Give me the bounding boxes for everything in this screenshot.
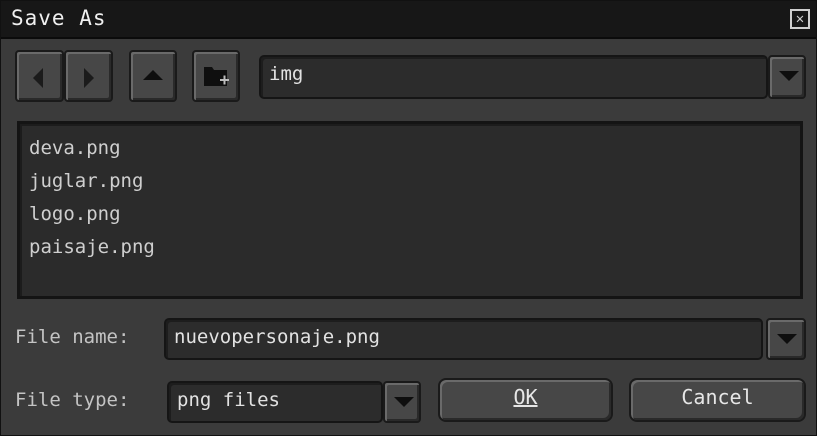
location-select[interactable]: img [259,55,768,99]
file-type-label: File type: [15,389,130,411]
forward-button[interactable] [64,50,113,102]
window-title: Save As [11,6,107,30]
arrow-right-icon [84,68,94,88]
location-value: img [269,63,304,85]
location-dropdown-button[interactable] [768,55,806,99]
new-folder-button[interactable] [192,50,240,102]
list-item[interactable]: juglar.png [29,165,800,198]
list-item[interactable]: logo.png [29,198,800,231]
save-as-dialog: Save As ✕ img deva.png juglar.png logo.p… [0,0,817,436]
cancel-button-label: Cancel [681,385,754,409]
back-button[interactable] [15,50,64,102]
chevron-down-icon [777,334,797,344]
ok-button[interactable]: OK [438,378,613,422]
arrow-left-icon [33,68,43,88]
ok-button-label: OK [513,385,538,409]
up-folder-button[interactable] [129,50,177,102]
cancel-button[interactable]: Cancel [629,378,806,422]
title-bar[interactable]: Save As ✕ [1,1,816,39]
arrow-up-icon [143,70,163,80]
file-name-label: File name: [15,326,130,348]
new-folder-icon [204,67,229,86]
list-item[interactable]: paisaje.png [29,231,800,264]
list-item[interactable]: deva.png [29,132,800,165]
file-type-select[interactable]: png files [167,381,383,423]
file-name-input[interactable]: nuevopersonaje.png [164,318,763,360]
file-name-value: nuevopersonaje.png [174,326,380,348]
close-icon[interactable]: ✕ [790,9,810,29]
file-type-dropdown-button[interactable] [383,381,421,423]
chevron-down-icon [779,71,799,81]
chevron-down-icon [394,397,414,407]
file-list[interactable]: deva.png juglar.png logo.png paisaje.png [17,121,803,299]
file-type-value: png files [177,389,280,411]
file-name-dropdown-button[interactable] [766,318,806,360]
